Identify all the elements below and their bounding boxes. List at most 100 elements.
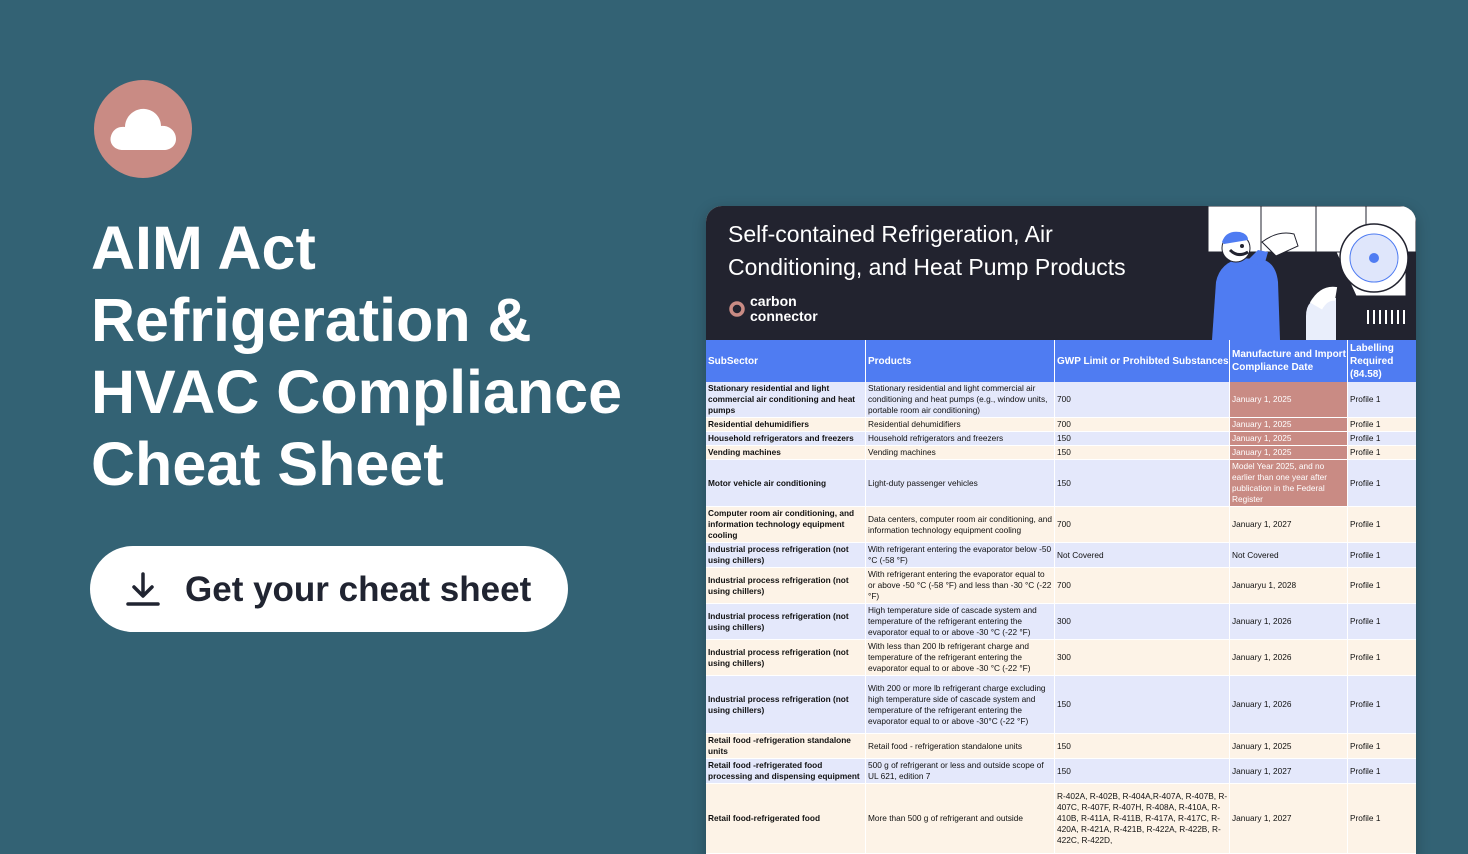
gwp-cell: 150 bbox=[1054, 432, 1229, 445]
col-labelling: Labelling Required (84.58) bbox=[1347, 340, 1416, 382]
labelling-cell: Profile 1 bbox=[1347, 507, 1416, 542]
compliance-date-cell: January 1, 2025 bbox=[1229, 418, 1347, 431]
products-cell: High temperature side of cascade system … bbox=[865, 604, 1054, 639]
labelling-cell: Profile 1 bbox=[1347, 568, 1416, 603]
compliance-date-cell: Not Covered bbox=[1229, 543, 1347, 567]
gwp-cell: 150 bbox=[1054, 460, 1229, 506]
table-body: Stationary residential and light commerc… bbox=[706, 382, 1416, 854]
cloud-icon bbox=[110, 108, 176, 150]
compliance-date-cell: January 1, 2027 bbox=[1229, 784, 1347, 853]
download-icon bbox=[126, 572, 160, 606]
labelling-cell: Profile 1 bbox=[1347, 543, 1416, 567]
compliance-date-cell: Model Year 2025, and no earlier than one… bbox=[1229, 460, 1347, 506]
table-row: Computer room air conditioning, and info… bbox=[706, 507, 1416, 543]
products-cell: With less than 200 lb refrigerant charge… bbox=[865, 640, 1054, 675]
table-row: Retail food-refrigerated food More than 5… bbox=[706, 784, 1416, 854]
headline-line-1: AIM Act bbox=[91, 214, 316, 282]
labelling-cell: Profile 1 bbox=[1347, 734, 1416, 758]
products-cell: With 200 or more lb refrigerant charge e… bbox=[865, 676, 1054, 733]
compliance-date-cell: January 1, 2025 bbox=[1229, 734, 1347, 758]
col-compliance-date: Manufacture and Import Compliance Date bbox=[1229, 340, 1347, 382]
subsector-cell: Industrial process refrigeration (not us… bbox=[708, 693, 849, 715]
col-products: Products bbox=[865, 340, 1054, 382]
cta-label: Get your cheat sheet bbox=[185, 570, 532, 609]
subsector-cell: Motor vehicle air conditioning bbox=[708, 477, 827, 488]
products-cell: More than 500 g of refrigerant and outsi… bbox=[865, 784, 1054, 853]
products-cell: Data centers, computer room air conditio… bbox=[865, 507, 1054, 542]
gwp-cell: 700 bbox=[1054, 382, 1229, 417]
products-cell: Stationary residential and light commerc… bbox=[865, 382, 1054, 417]
table-row: Vending machines Vending machines 150 Janua… bbox=[706, 446, 1416, 460]
table-row: Industrial process refrigeration (not us… bbox=[706, 640, 1416, 676]
card-header: Self-contained Refrigeration, Air Condit… bbox=[706, 206, 1416, 340]
headline-line-2: Refrigeration & bbox=[91, 286, 532, 354]
card-title: Self-contained Refrigeration, Air Condit… bbox=[728, 221, 1126, 280]
table-row: Industrial process refrigeration (not us… bbox=[706, 676, 1416, 734]
subsector-cell: Industrial process refrigeration (not us… bbox=[708, 544, 849, 565]
table-header: SubSector Products GWP Limit or Prohibte… bbox=[706, 340, 1416, 382]
get-cheat-sheet-button[interactable]: Get your cheat sheet bbox=[90, 546, 568, 632]
products-cell: 500 g of refrigerant or less and outside… bbox=[865, 759, 1054, 783]
subsector-cell: Stationary residential and light commerc… bbox=[708, 383, 856, 415]
labelling-cell: Profile 1 bbox=[1347, 784, 1416, 853]
products-cell: Residential dehumidifiers bbox=[865, 418, 1054, 431]
compliance-table: SubSector Products GWP Limit or Prohibte… bbox=[706, 340, 1416, 854]
products-cell: Vending machines bbox=[865, 446, 1054, 459]
page-headline: AIM Act Refrigeration & HVAC Compliance … bbox=[91, 212, 651, 500]
subsector-cell: Household refrigerators and freezers bbox=[708, 433, 854, 443]
gwp-cell: 150 bbox=[1054, 676, 1229, 733]
compliance-date-cell: Januaryu 1, 2028 bbox=[1229, 568, 1347, 603]
gwp-cell: 700 bbox=[1054, 507, 1229, 542]
labelling-cell: Profile 1 bbox=[1347, 676, 1416, 733]
cloud-logo bbox=[94, 80, 192, 178]
col-subsector: SubSector bbox=[708, 355, 759, 367]
subsector-cell: Industrial process refrigeration (not us… bbox=[708, 610, 849, 632]
table-row: Stationary residential and light commerc… bbox=[706, 382, 1416, 418]
subsector-cell: Vending machines bbox=[708, 447, 781, 457]
products-cell: Light-duty passenger vehicles bbox=[865, 460, 1054, 506]
table-row: Industrial process refrigeration (not us… bbox=[706, 543, 1416, 568]
labelling-cell: Profile 1 bbox=[1347, 446, 1416, 459]
table-row: Retail food -refrigerated food processin… bbox=[706, 759, 1416, 784]
labelling-cell: Profile 1 bbox=[1347, 418, 1416, 431]
compliance-date-cell: January 1, 2025 bbox=[1229, 446, 1347, 459]
labelling-cell: Profile 1 bbox=[1347, 382, 1416, 417]
subsector-cell: Retail food-refrigerated food bbox=[708, 813, 821, 823]
gwp-cell: R-402A, R-402B, R-404A,R-407A, R-407B, R… bbox=[1054, 784, 1229, 853]
products-cell: With refrigerant entering the evaporator… bbox=[865, 568, 1054, 603]
products-cell: With refrigerant entering the evaporator… bbox=[865, 543, 1054, 567]
products-cell: Household refrigerators and freezers bbox=[865, 432, 1054, 445]
compliance-date-cell: January 1, 2025 bbox=[1229, 432, 1347, 445]
brand-line-2: connector bbox=[750, 308, 818, 324]
table-row: Retail food -refrigeration standalone un… bbox=[706, 734, 1416, 759]
subsector-cell: Computer room air conditioning, and info… bbox=[708, 508, 855, 540]
gwp-cell: Not Covered bbox=[1054, 543, 1229, 567]
table-row: Residential dehumidifiers Residential deh… bbox=[706, 418, 1416, 432]
subsector-cell: Industrial process refrigeration (not us… bbox=[708, 574, 849, 596]
gwp-cell: 700 bbox=[1054, 568, 1229, 603]
brand-ring-icon bbox=[729, 301, 745, 317]
subsector-cell: Retail food -refrigeration standalone un… bbox=[708, 735, 851, 756]
headline-line-3: HVAC Compliance bbox=[91, 358, 623, 426]
subsector-cell: Residential dehumidifiers bbox=[708, 419, 809, 429]
table-row: Household refrigerators and freezers Hous… bbox=[706, 432, 1416, 446]
products-cell: Retail food - refrigeration standalone u… bbox=[865, 734, 1054, 758]
table-row: Industrial process refrigeration (not us… bbox=[706, 604, 1416, 640]
headline-line-4: Cheat Sheet bbox=[91, 430, 444, 498]
table-row: Industrial process refrigeration (not us… bbox=[706, 568, 1416, 604]
subsector-cell: Retail food -refrigerated food processin… bbox=[708, 760, 860, 781]
compliance-date-cell: January 1, 2026 bbox=[1229, 676, 1347, 733]
technician-illustration bbox=[1207, 206, 1416, 340]
cheat-sheet-preview: Self-contained Refrigeration, Air Condit… bbox=[706, 206, 1416, 854]
gwp-cell: 150 bbox=[1054, 759, 1229, 783]
brand-logo: carbon connector bbox=[728, 294, 818, 324]
labelling-cell: Profile 1 bbox=[1347, 759, 1416, 783]
gwp-cell: 300 bbox=[1054, 640, 1229, 675]
compliance-date-cell: January 1, 2027 bbox=[1229, 759, 1347, 783]
gwp-cell: 150 bbox=[1054, 734, 1229, 758]
table-row: Motor vehicle air conditioning Light-duty… bbox=[706, 460, 1416, 507]
gwp-cell: 300 bbox=[1054, 604, 1229, 639]
subsector-cell: Industrial process refrigeration (not us… bbox=[708, 646, 849, 668]
compliance-date-cell: January 1, 2026 bbox=[1229, 604, 1347, 639]
col-gwp-limit: GWP Limit or Prohibted Substances bbox=[1054, 340, 1229, 382]
